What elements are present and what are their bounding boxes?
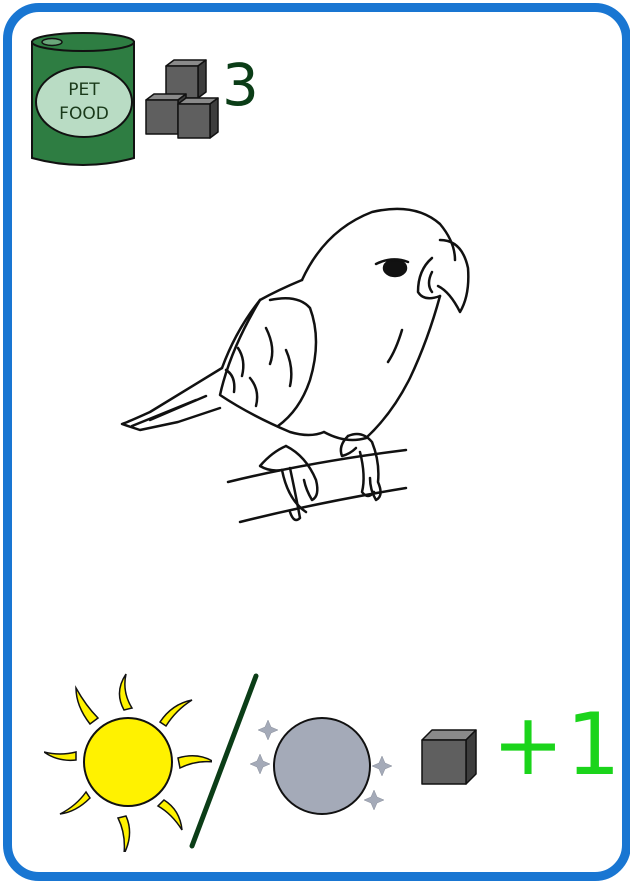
cube-icon <box>421 729 477 785</box>
reward-amount: +1 <box>492 695 623 795</box>
can-label-line2: FOOD <box>59 104 109 124</box>
can-label-line1: PET <box>68 80 100 100</box>
parrot-on-branch-illustration <box>120 207 470 524</box>
pet-food-can-icon: PET FOOD <box>31 32 135 166</box>
cost-amount: 3 <box>222 51 259 119</box>
moon-icon <box>250 717 393 815</box>
cube-stack-icon <box>145 59 219 139</box>
